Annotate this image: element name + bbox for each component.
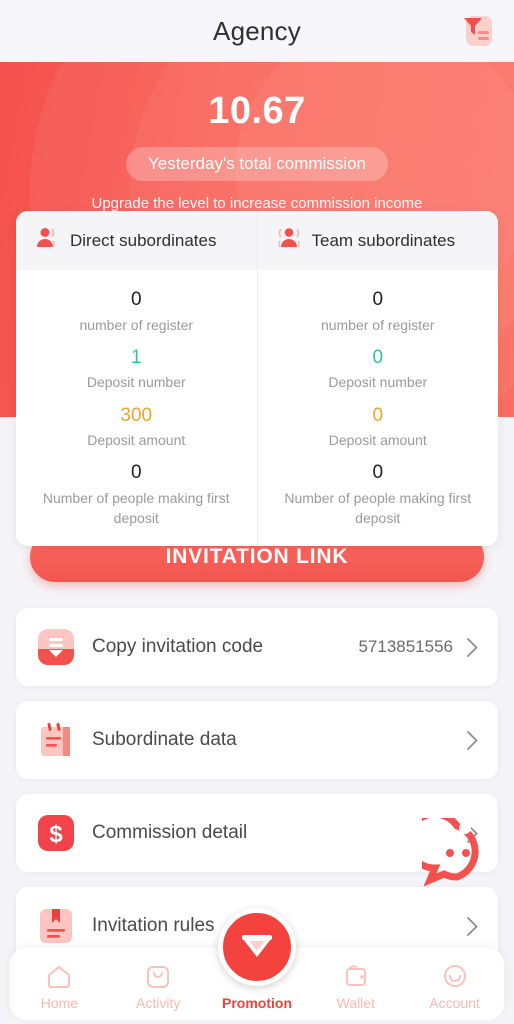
top-bar: Agency	[0, 0, 514, 62]
chevron-right-icon	[467, 916, 478, 936]
nav-item-activity[interactable]: Activity	[109, 962, 208, 1020]
stat-value: 1	[130, 346, 142, 368]
stat-label: Deposit number	[86, 374, 186, 391]
activity-icon	[144, 962, 172, 990]
stat-value: 0	[130, 289, 142, 310]
stat-value: 0	[372, 404, 384, 426]
chevron-right-icon	[467, 637, 478, 657]
total-commission-amount: 10.67	[208, 90, 306, 132]
stat-value: 0	[372, 346, 384, 368]
home-icon	[45, 962, 73, 990]
report-filter-icon[interactable]	[458, 12, 496, 50]
upgrade-hint-text: Upgrade the level to increase commission…	[91, 195, 423, 212]
account-icon	[441, 962, 469, 990]
nav-label: Activity	[136, 995, 181, 1011]
app-screen: Agency 10.67 Yesterday's total commissio…	[0, 0, 514, 1024]
person-icon	[34, 225, 60, 256]
stat-label: Number of people making first deposit	[284, 489, 472, 527]
page-title: Agency	[213, 15, 301, 46]
stat-value: 0	[372, 462, 384, 484]
stats-header-team-label: Team subordinates	[311, 230, 456, 250]
nav-item-wallet[interactable]: Wallet	[306, 962, 405, 1020]
commission-pill-label: Yesterday's total commission	[125, 147, 389, 181]
stats-header-direct[interactable]: Direct subordinates	[16, 211, 257, 270]
stat-value: 0	[372, 289, 384, 310]
stat-value: 0	[130, 462, 142, 484]
stat-label: Deposit amount	[328, 432, 427, 449]
stats-header-team[interactable]: Team subordinates	[256, 211, 499, 270]
dollar-badge-icon: $	[36, 813, 76, 853]
stats-header-row: Direct subordinates Team subordinates	[16, 211, 498, 270]
subordinates-stats-card: Direct subordinates Team subordinates 0 …	[16, 211, 499, 547]
stats-column-direct: 0 number of register 1 Deposit number 30…	[16, 270, 257, 546]
nav-label-promotion: Promotion	[222, 995, 292, 1011]
list-item-label: Copy invitation code	[92, 636, 264, 657]
nav-item-promotion[interactable]	[218, 908, 296, 986]
nav-label: Home	[40, 995, 79, 1011]
list-item-label: Commission detail	[92, 822, 248, 843]
list-item-label: Subordinate data	[92, 729, 237, 750]
list-item-subordinate-data[interactable]: Subordinate data	[16, 701, 498, 779]
invitation-code-value: 5713851556	[358, 637, 453, 656]
stats-column-team: 0 number of register 0 Deposit number 0 …	[256, 270, 499, 547]
notepad-icon	[36, 720, 76, 760]
list-item-copy-invitation-code[interactable]: Copy invitation code 5713851556	[16, 608, 498, 686]
stat-label: number of register	[79, 316, 194, 333]
stat-label: Deposit amount	[87, 432, 186, 449]
nav-item-account[interactable]: Account	[405, 962, 504, 1020]
chevron-right-icon	[467, 730, 478, 750]
svg-text:$: $	[49, 821, 63, 848]
stats-header-direct-label: Direct subordinates	[70, 230, 217, 250]
nav-label: Wallet	[336, 995, 375, 1011]
stats-body: 0 number of register 1 Deposit number 30…	[16, 270, 499, 547]
people-group-icon	[276, 225, 302, 256]
diamond-icon	[235, 923, 279, 972]
bookmark-book-icon	[36, 906, 76, 946]
stat-value: 300	[120, 404, 153, 426]
nav-label: Account	[429, 995, 480, 1011]
stat-label: Number of people making first deposit	[42, 489, 230, 527]
wallet-icon	[342, 962, 370, 990]
chat-support-icon[interactable]	[404, 810, 492, 888]
inbox-tray-icon	[36, 627, 76, 667]
nav-item-home[interactable]: Home	[10, 962, 109, 1020]
stat-label: Deposit number	[328, 374, 428, 391]
stat-label: number of register	[320, 316, 435, 333]
